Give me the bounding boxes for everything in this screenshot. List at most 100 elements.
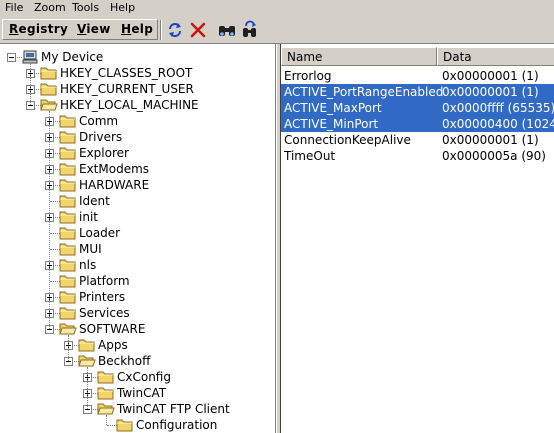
menu-file[interactable]: File: [5, 1, 23, 14]
folder-icon: [116, 418, 134, 432]
folder-icon: [59, 258, 77, 272]
tree-node-label: Beckhoff: [98, 354, 151, 368]
delete-button[interactable]: [188, 20, 208, 40]
tree-guide-line: [49, 111, 50, 329]
menu-tools[interactable]: Tools: [72, 1, 99, 14]
value-name: ACTIVE_MaxPort: [284, 101, 382, 115]
folder-icon: [59, 290, 77, 304]
list-row[interactable]: Errorlog 0x00000001 (1): [281, 68, 554, 84]
tree-node-label: Platform: [79, 274, 130, 288]
column-header-name[interactable]: Name: [281, 47, 437, 66]
tree-node-label: Drivers: [79, 130, 123, 144]
tree-node-label: HKEY_CURRENT_USER: [60, 82, 194, 96]
folder-icon: [59, 210, 77, 224]
tree-node-label: SOFTWARE: [79, 322, 146, 336]
tree-node-label: Comm: [79, 114, 119, 128]
tree-node[interactable]: HKEY_CURRENT_USER: [0, 81, 275, 97]
tree-node[interactable]: My Device: [0, 49, 275, 65]
tree-node[interactable]: Drivers: [0, 129, 275, 145]
folder-icon: [59, 162, 77, 176]
refresh-icon: [169, 23, 181, 37]
list-row[interactable]: ACTIVE_MinPort 0x00000400 (1024): [281, 116, 554, 132]
tree-guide-line: [106, 415, 107, 425]
tree-node[interactable]: Configuration: [0, 417, 275, 433]
folder-open-icon: [97, 402, 115, 416]
tree-node-label: Ident: [79, 194, 110, 208]
value-data: 0x00000001 (1): [442, 69, 539, 83]
list-row[interactable]: ConnectionKeepAlive 0x00000001 (1): [281, 132, 554, 148]
value-data: 0x0000005a (90): [442, 149, 546, 163]
tree-node[interactable]: Beckhoff: [0, 353, 275, 369]
folder-icon: [40, 66, 58, 80]
tree-node[interactable]: TwinCAT FTP Client: [0, 401, 275, 417]
tree-node-label: ExtModems: [79, 162, 150, 176]
tree-node[interactable]: init: [0, 209, 275, 225]
tree-node[interactable]: ExtModems: [0, 161, 275, 177]
value-data: 0x00000400 (1024): [442, 117, 554, 131]
tree-node[interactable]: SOFTWARE: [0, 321, 275, 337]
menu-help-bar[interactable]: Help: [121, 22, 153, 36]
tree-node-label: Explorer: [79, 146, 129, 160]
tree-node[interactable]: Explorer: [0, 145, 275, 161]
find-button[interactable]: [217, 20, 237, 40]
list-row[interactable]: ACTIVE_MaxPort 0x0000ffff (65535): [281, 100, 554, 116]
tree-node-label: TwinCAT FTP Client: [117, 402, 230, 416]
tree-node[interactable]: Platform: [0, 273, 275, 289]
list-row[interactable]: TimeOut 0x0000005a (90): [281, 148, 554, 164]
tree-node[interactable]: MUI: [0, 241, 275, 257]
folder-icon: [97, 386, 115, 400]
toolbar: Registry View Help: [0, 16, 554, 44]
tree-node[interactable]: HARDWARE: [0, 177, 275, 193]
tree-node[interactable]: Comm: [0, 113, 275, 129]
tree-node-label: Services: [79, 306, 130, 320]
menu-bar: File Zoom Tools Help: [0, 0, 554, 16]
tree-node[interactable]: Apps: [0, 337, 275, 353]
tree-node[interactable]: TwinCAT: [0, 385, 275, 401]
tree-node[interactable]: Printers: [0, 289, 275, 305]
folder-open-icon: [78, 354, 96, 368]
find-next-button[interactable]: [240, 20, 260, 40]
tree-node[interactable]: Ident: [0, 193, 275, 209]
tree-node[interactable]: nls: [0, 257, 275, 273]
value-name: ConnectionKeepAlive: [284, 133, 411, 147]
list-row[interactable]: ACTIVE_PortRangeEnabled 0x00000001 (1): [281, 84, 554, 100]
menu-registry[interactable]: Registry: [9, 22, 68, 36]
folder-icon: [59, 242, 77, 256]
folder-icon: [59, 114, 77, 128]
tree-node[interactable]: HKEY_CLASSES_ROOT: [0, 65, 275, 81]
tree-node-label: TwinCAT: [117, 386, 167, 400]
menu-view[interactable]: View: [77, 22, 111, 36]
toolbar-separator: [160, 20, 162, 40]
tree-node[interactable]: Loader: [0, 225, 275, 241]
tree-guide-line: [30, 63, 31, 105]
folder-icon: [59, 226, 77, 240]
tree-node-label: nls: [79, 258, 97, 272]
menu-zoom[interactable]: Zoom: [34, 1, 66, 14]
folder-icon: [40, 82, 58, 96]
folder-icon: [59, 306, 77, 320]
value-name: ACTIVE_MinPort: [284, 117, 379, 131]
folder-icon: [97, 370, 115, 384]
tree-node[interactable]: HKEY_LOCAL_MACHINE: [0, 97, 275, 113]
folder-icon: [78, 338, 96, 352]
collapse-icon[interactable]: [7, 53, 16, 62]
tree-node-label: init: [79, 210, 98, 224]
tree-node-label: MUI: [79, 242, 102, 256]
tree-node[interactable]: Services: [0, 305, 275, 321]
tree-node-label: Loader: [79, 226, 121, 240]
computer-icon: [21, 50, 39, 64]
folder-icon: [59, 274, 77, 288]
registry-tree[interactable]: My Device HKEY_CLASSES_ROOT HKEY_CURRENT_U…: [0, 44, 276, 433]
value-name: ACTIVE_PortRangeEnabled: [284, 85, 444, 99]
tree-node-label: HARDWARE: [79, 178, 150, 192]
value-name: TimeOut: [284, 149, 336, 163]
column-header-data[interactable]: Data: [437, 47, 554, 66]
menu-help[interactable]: Help: [110, 1, 135, 14]
values-list[interactable]: Name Data Errorlog 0x00000001 (1) ACTIVE_P…: [280, 44, 554, 433]
tree-node-label: Apps: [98, 338, 128, 352]
tree-node[interactable]: CxConfig: [0, 369, 275, 385]
folder-icon: [59, 130, 77, 144]
refresh-button[interactable]: [165, 20, 185, 40]
value-data: 0x0000ffff (65535): [442, 101, 554, 115]
folder-open-icon: [40, 98, 58, 112]
